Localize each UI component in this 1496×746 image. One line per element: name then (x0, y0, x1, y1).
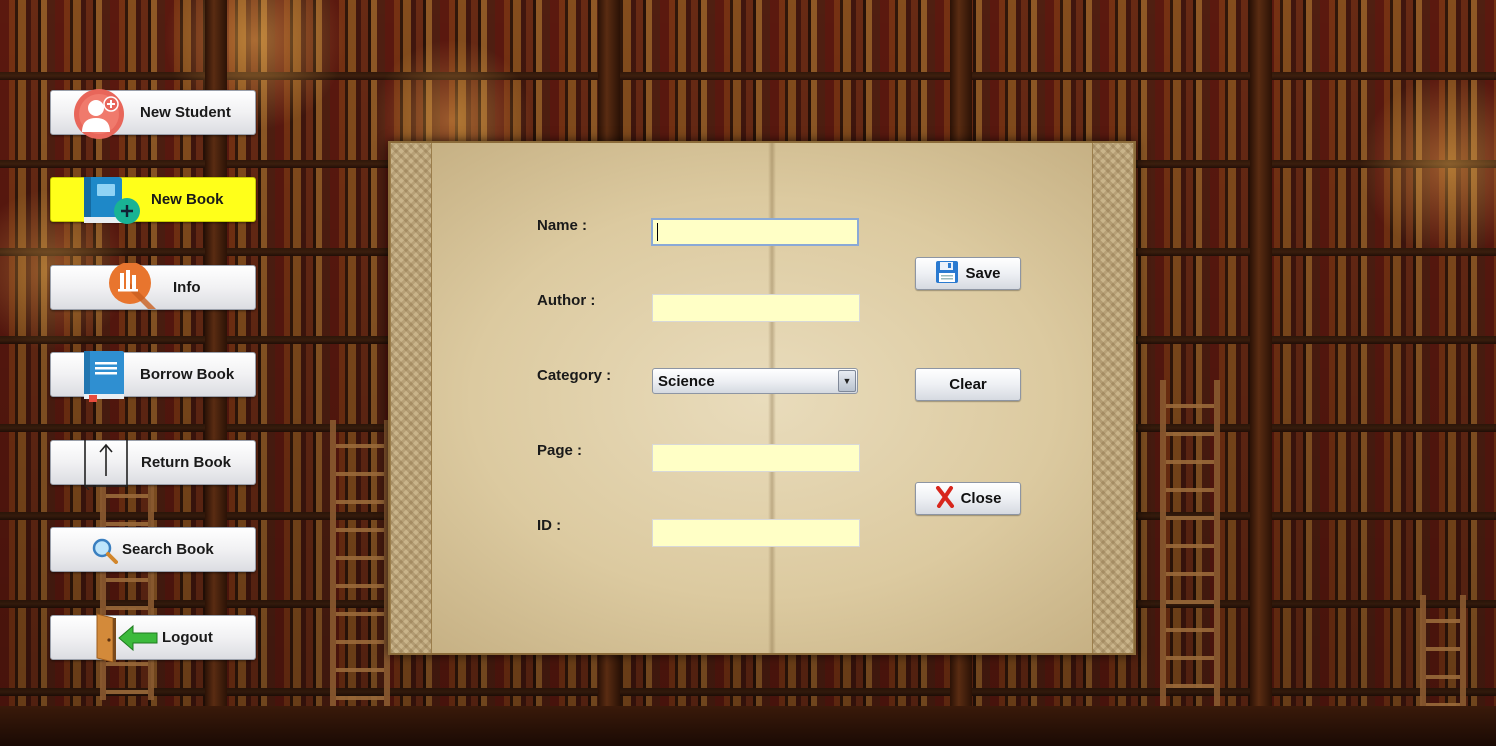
return-arrow-icon (81, 438, 131, 490)
close-button[interactable]: Close (915, 482, 1021, 515)
new-book-button[interactable]: New Book (50, 177, 256, 224)
ladder (100, 470, 154, 700)
clear-label: Clear (949, 376, 987, 393)
category-selected-value: Science (658, 372, 715, 390)
category-select[interactable]: Science ▼ (652, 368, 858, 394)
search-book-button[interactable]: Search Book (50, 527, 256, 572)
page-label: Page : (537, 442, 583, 459)
new-student-label: New Student (140, 104, 231, 121)
author-label: Author : (537, 292, 596, 309)
shelf-post (1250, 0, 1272, 746)
magnifier-icon (92, 538, 118, 564)
info-label: Info (173, 279, 201, 296)
borrow-book-button[interactable]: Borrow Book (50, 351, 256, 402)
info-button[interactable]: Info (50, 263, 256, 310)
close-label: Close (960, 490, 1002, 507)
name-field[interactable] (651, 218, 859, 246)
new-student-button[interactable]: New Student (50, 89, 256, 139)
new-book-label: New Book (151, 191, 224, 208)
ornament-border-left (390, 143, 432, 653)
ornament-border-right (1092, 143, 1134, 653)
name-label: Name : (537, 217, 588, 234)
id-label: ID : (537, 517, 562, 534)
exit-door-icon (93, 612, 159, 664)
save-button[interactable]: Save (915, 257, 1021, 290)
author-field[interactable] (652, 294, 860, 322)
clear-button[interactable]: Clear (915, 368, 1021, 401)
book-icon (81, 350, 127, 402)
ladder (330, 420, 390, 720)
category-label: Category : (537, 367, 612, 384)
save-label: Save (965, 265, 1001, 282)
return-book-label: Return Book (141, 454, 231, 471)
add-book-icon (81, 175, 145, 227)
search-book-label: Search Book (122, 541, 214, 558)
page-field[interactable] (652, 444, 860, 472)
red-x-icon (935, 485, 955, 512)
chevron-down-icon[interactable]: ▼ (838, 370, 856, 392)
text-caret (657, 223, 658, 241)
info-chart-icon (108, 263, 156, 309)
return-book-button[interactable]: Return Book (50, 440, 256, 490)
ladder (1160, 380, 1220, 710)
logout-label: Logout (162, 629, 213, 646)
floor (0, 706, 1496, 746)
floppy-disk-icon (935, 260, 959, 288)
borrow-book-label: Borrow Book (140, 366, 235, 383)
add-user-icon (73, 88, 125, 140)
id-field[interactable] (652, 519, 860, 547)
logout-button[interactable]: Logout (50, 613, 256, 663)
